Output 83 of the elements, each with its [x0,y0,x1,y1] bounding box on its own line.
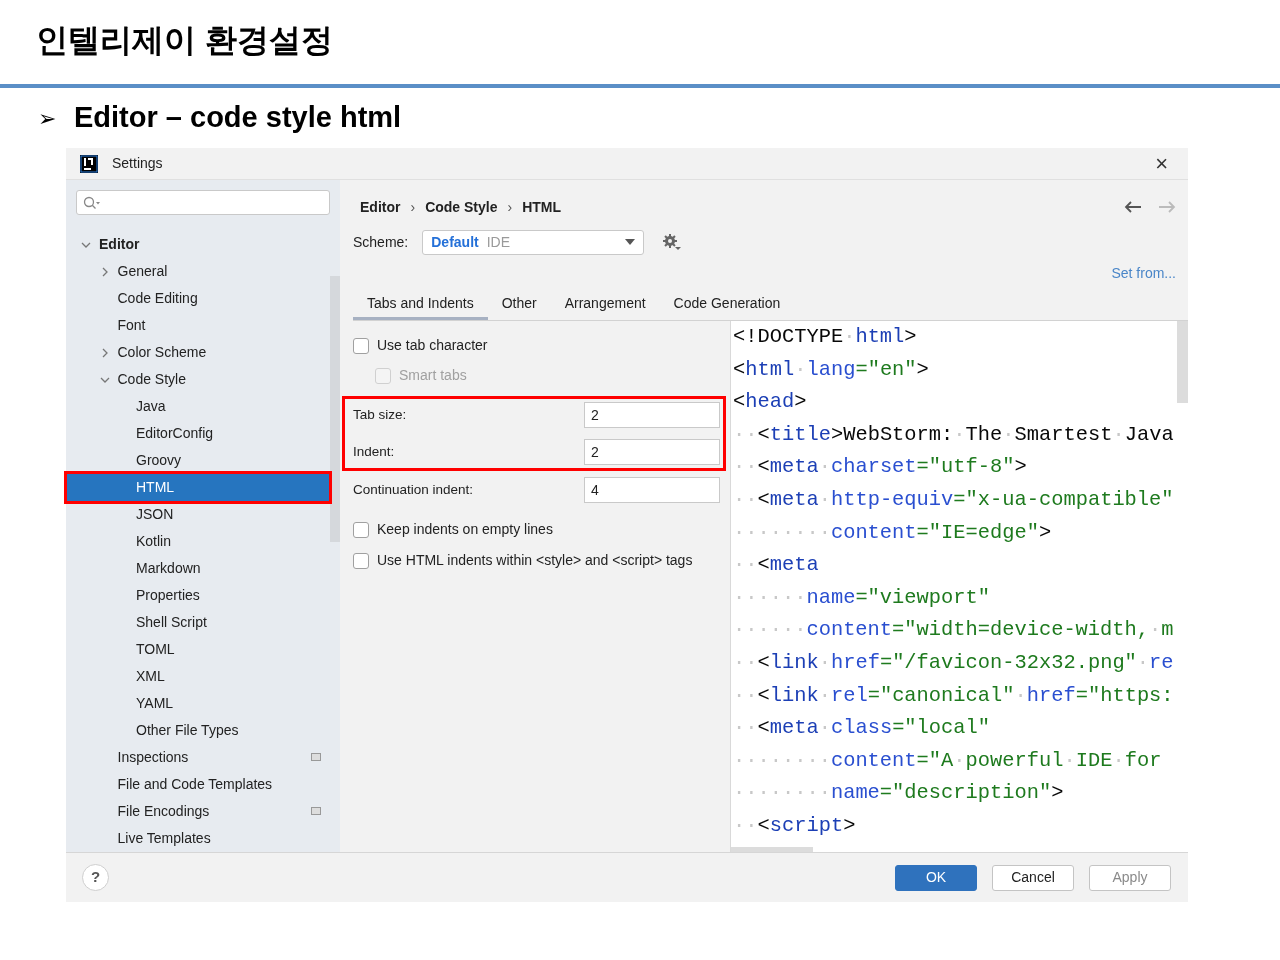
checkbox-label: Use tab character [377,336,488,355]
code-line: ··<link·rel="canonical"·href="https: [733,682,1174,709]
code-line: ··<meta [733,552,819,579]
checkbox[interactable] [353,337,369,354]
code-line: ··<title>WebStorm:·The·Smartest·Java [733,421,1174,448]
checkbox[interactable] [353,552,369,569]
breadcrumb-item[interactable]: Editor [360,196,401,218]
field-label: Indent: [353,442,395,461]
scrollbar[interactable] [1177,321,1188,403]
code-line: ······name="viewport" [733,584,990,611]
tree-item[interactable]: Live Templates [117,828,211,849]
code-line: ········content="A·powerful·IDE·for [733,747,1162,774]
tab[interactable]: Code Generation [659,289,795,320]
field-label: Continuation indent: [353,480,474,499]
number-field[interactable]: 2 [584,402,720,428]
tree-item[interactable]: Kotlin [136,531,172,552]
code-line: ········name="description"> [733,780,1064,807]
tree-item[interactable]: Inspections [117,747,189,768]
code-line: ··<meta·charset="utf-8"> [733,454,1027,481]
code-line: ··<script> [733,812,856,839]
app-logo-icon [80,154,98,173]
field-label: Tab size: [353,405,407,424]
breadcrumb-item[interactable]: Code Style [425,196,498,218]
back-arrow-icon[interactable] [1124,201,1142,213]
checkbox-label: Keep indents on empty lines [377,520,553,539]
settings-icon[interactable] [662,233,682,251]
tree-item[interactable]: HTML [136,477,175,498]
tree-item[interactable]: Groovy [136,450,182,471]
tree-item[interactable]: TOML [136,639,175,660]
tree-item[interactable]: Code Style [117,369,186,390]
scheme-dropdown[interactable]: Default IDE [422,229,645,255]
code-line: <html·lang="en"> [733,356,929,383]
ok-button[interactable]: OK [895,864,977,891]
set-from-link[interactable]: Set from... [1111,263,1176,284]
tree-item[interactable]: Properties [136,585,200,606]
scrollbar[interactable] [330,276,340,542]
selected-row[interactable]: HTML [66,474,330,501]
tab[interactable]: Other [487,289,551,320]
bullet-arrow: ➢ [38,104,56,133]
tree-item[interactable]: Java [136,396,166,417]
breadcrumb-item[interactable]: HTML [522,196,562,218]
forward-arrow-icon[interactable] [1158,201,1176,213]
code-line: ········content="IE=edge"> [733,519,1052,546]
tree-item[interactable]: Shell Script [136,612,207,633]
code-line: <!DOCTYPE·html> [733,324,917,350]
tab[interactable]: Arrangement [550,289,660,320]
tree-item[interactable]: Editor [99,234,140,255]
checkbox[interactable] [353,521,369,538]
code-line: ··<link·href="/favicon-32x32.png"·re [733,649,1174,676]
tree-item[interactable]: Other File Types [136,720,239,741]
close-button[interactable]: × [1155,152,1168,175]
scrollbar[interactable] [731,847,813,852]
tree-item[interactable]: JSON [136,504,174,525]
number-field[interactable]: 2 [584,439,720,465]
code-line: <head> [733,389,807,416]
tree-item[interactable]: Markdown [136,558,201,579]
dropdown-caret-icon [625,239,636,245]
scheme-label: Scheme: [353,232,409,252]
checkbox-label: Smart tabs [399,366,467,385]
tree-item[interactable]: File and Code Templates [117,774,273,795]
search-field[interactable] [76,190,330,215]
dialog-button[interactable]: Cancel [992,864,1074,891]
tree-item[interactable]: Font [117,315,146,336]
tree-item[interactable]: XML [136,666,165,687]
slide-title: 인텔리제이 환경설정 [36,21,333,60]
code-line: ······content="width=device-width,·m [733,617,1174,644]
slide-heading: Editor – code style html [74,100,402,136]
tree-item[interactable]: Code Editing [117,288,198,309]
tree-item[interactable]: General [117,261,168,282]
tree-item[interactable]: File Encodings [117,801,210,822]
tree-item[interactable]: YAML [136,693,174,714]
number-field[interactable]: 4 [584,477,720,503]
help-button[interactable]: ? [82,864,109,891]
tree-item[interactable]: EditorConfig [136,423,214,444]
code-line: ··<meta·http-equiv="x-ua-compatible" [733,486,1174,513]
checkbox-label: Use HTML indents within <style> and <script> tags [377,551,693,570]
search-icon [83,195,101,210]
tree-item[interactable]: Color Scheme [117,342,207,363]
breadcrumb-separator: › [507,197,513,217]
tab[interactable]: Tabs and Indents [353,289,488,320]
window-title: Settings [112,154,163,173]
breadcrumb-separator: › [410,197,416,217]
code-line: ··<meta·class="local" [733,715,991,742]
